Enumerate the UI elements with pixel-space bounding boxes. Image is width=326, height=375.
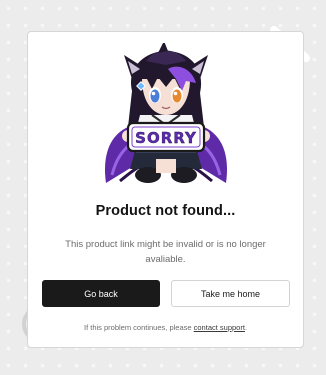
sorry-mascot-illustration: SORRY <box>104 43 228 183</box>
support-note-prefix: If this problem continues, please <box>83 323 194 332</box>
contact-support-link[interactable]: contact support <box>194 323 245 332</box>
error-card: SORRY Product not found... This product … <box>27 31 304 348</box>
error-description: This product link might be invalid or is… <box>65 239 266 265</box>
support-note-suffix: . <box>244 323 248 332</box>
go-back-button[interactable]: Go back <box>42 280 160 307</box>
support-note: If this problem continues, please contac… <box>28 323 303 332</box>
take-me-home-button[interactable]: Take me home <box>171 280 290 307</box>
sorry-sign-text: SORRY <box>135 129 197 147</box>
page-title: Product not found... <box>95 203 236 219</box>
